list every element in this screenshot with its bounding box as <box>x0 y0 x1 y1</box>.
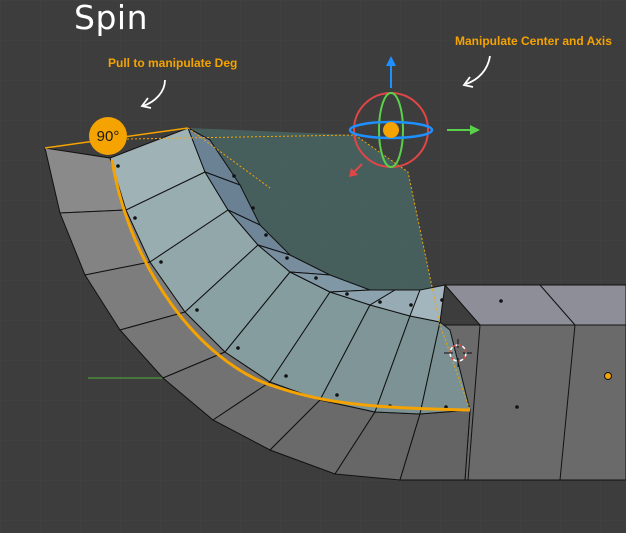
angle-badge[interactable]: 90° <box>89 117 127 155</box>
3d-viewport[interactable] <box>0 0 626 533</box>
annotation-center-axis: Manipulate Center and Axis <box>455 34 612 48</box>
annotation-pull-deg: Pull to manipulate Deg <box>108 56 238 70</box>
page-title: Spin <box>74 0 148 37</box>
object-origin-dot <box>604 372 612 380</box>
